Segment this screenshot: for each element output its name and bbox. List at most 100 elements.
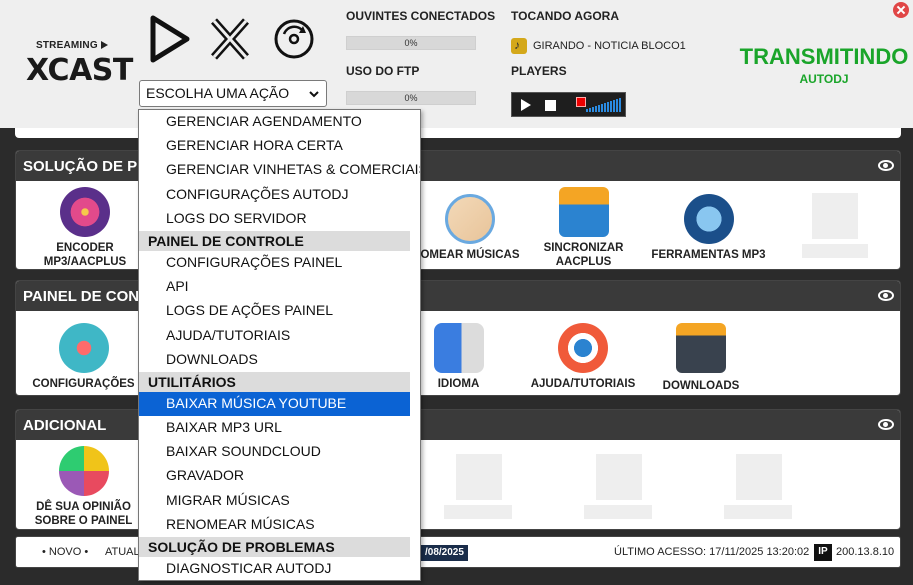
now-playing-label: TOCANDO AGORA xyxy=(511,9,619,23)
dropdown-option[interactable]: LOGS DO SERVIDOR xyxy=(139,207,420,231)
ip-address: 200.13.8.10 xyxy=(836,546,895,558)
tile-label: IDIOMA xyxy=(437,378,480,390)
music-note-icon xyxy=(511,38,527,54)
logo-main-text: XCAST xyxy=(26,53,133,88)
dropdown-option[interactable]: BAIXAR SOUNDCLOUD xyxy=(139,440,420,464)
tile-sync-aacplus[interactable]: SINCRONIZAR AACPLUS xyxy=(531,187,636,269)
tile-rename-music[interactable]: OMEAR MÚSICAS xyxy=(416,194,524,262)
vinyl-icon xyxy=(60,187,110,237)
dropdown-option[interactable]: AJUDA/TUTORIAIS xyxy=(139,324,420,348)
placeholder-label xyxy=(724,505,792,519)
tile-mp3-tools[interactable]: FERRAMENTAS MP3 xyxy=(646,194,771,262)
tile-language[interactable]: IDIOMA xyxy=(416,323,501,391)
stream-status: TRANSMITINDO AUTODJ xyxy=(736,44,912,86)
lifebuoy-icon xyxy=(558,323,608,373)
placeholder-icon xyxy=(812,193,858,239)
listeners-progress: 0% xyxy=(346,36,476,50)
now-playing: GIRANDO - NOTICIA BLOCO1 xyxy=(511,38,686,54)
mini-player xyxy=(511,92,626,117)
status-main: TRANSMITINDO xyxy=(739,44,909,69)
play-button[interactable] xyxy=(147,14,191,64)
tile-feedback[interactable]: DÊ SUA OPINIÃO SOBRE O PAINEL xyxy=(26,446,141,528)
player-play-icon[interactable] xyxy=(514,96,536,114)
volume-slider[interactable] xyxy=(584,98,622,112)
date-badge: /08/2025 xyxy=(421,545,468,561)
tile-encoder[interactable]: ENCODER MP3/AACPLUS xyxy=(26,187,144,269)
reload-disc-icon xyxy=(274,19,314,59)
action-dropdown-list: GERENCIAR AGENDAMENTO GERENCIAR HORA CERT… xyxy=(138,109,421,581)
logo-play-icon xyxy=(100,41,108,50)
stop-button[interactable] xyxy=(208,14,252,64)
restart-button[interactable] xyxy=(272,14,316,64)
eye-icon[interactable] xyxy=(878,290,894,301)
tile-label: AJUDA/TUTORIAIS xyxy=(530,378,636,390)
dropdown-group-header: UTILITÁRIOS xyxy=(139,371,410,392)
tile-label: CONFIGURAÇÕES xyxy=(32,378,135,390)
ftp-progress: 0% xyxy=(346,91,476,105)
dropdown-option[interactable]: BAIXAR MÚSICA YOUTUBE xyxy=(139,391,410,417)
dropdown-option[interactable]: DIAGNOSTICAR AUTODJ xyxy=(139,557,420,580)
tile-label: ENCODER MP3/AACPLUS xyxy=(43,242,127,268)
xcast-logo: STREAMING XCAST xyxy=(26,40,133,88)
panel-title: PAINEL DE CONT xyxy=(23,288,149,305)
dropdown-option[interactable]: API xyxy=(139,275,420,299)
dropdown-option[interactable]: GRAVADOR xyxy=(139,464,420,488)
action-select[interactable]: ESCOLHA UMA AÇÃO xyxy=(139,80,327,107)
status-sub: AUTODJ xyxy=(799,72,849,86)
eye-icon[interactable] xyxy=(878,160,894,171)
tile-label: FERRAMENTAS MP3 xyxy=(651,249,766,261)
dropdown-group-header: PAINEL DE CONTROLE xyxy=(139,230,410,251)
footer-new[interactable]: • NOVO • xyxy=(42,546,88,558)
tile-label: OMEAR MÚSICAS xyxy=(420,249,520,261)
chevron-down-icon xyxy=(309,91,319,98)
ftp-label: USO DO FTP xyxy=(346,64,420,78)
tile-downloads[interactable]: DOWNLOADS xyxy=(656,323,746,393)
top-header: STREAMING XCAST ESCOLHA UMA AÇÃO OUVINTE… xyxy=(0,0,913,128)
dropdown-option[interactable]: MIGRAR MÚSICAS xyxy=(139,489,420,513)
player-stop-icon[interactable] xyxy=(540,96,562,114)
feedback-faces-icon xyxy=(58,446,109,496)
placeholder-label xyxy=(802,244,868,258)
placeholder-icon xyxy=(736,454,782,500)
tile-label: DOWNLOADS xyxy=(662,380,740,392)
mp3-player-icon xyxy=(683,194,734,244)
action-select-value: ESCOLHA UMA AÇÃO xyxy=(146,85,290,101)
gears-icon xyxy=(58,323,109,373)
dropdown-group-header: SOLUÇÃO DE PROBLEMAS xyxy=(139,537,410,557)
placeholder-label xyxy=(584,505,652,519)
tile-help[interactable]: AJUDA/TUTORIAIS xyxy=(529,323,637,391)
listeners-label: OUVINTES CONECTADOS xyxy=(346,9,496,23)
tile-settings[interactable]: CONFIGURAÇÕES xyxy=(26,323,141,391)
dropdown-option[interactable]: GERENCIAR HORA CERTA xyxy=(139,134,420,158)
close-icon[interactable] xyxy=(893,2,909,18)
download-window-icon xyxy=(676,323,726,373)
translate-icon xyxy=(433,323,484,373)
ip-badge: IP xyxy=(814,544,832,561)
notepad-icon xyxy=(445,194,495,244)
last-access: ÚLTIMO ACESSO: 17/11/2025 13:20:02 xyxy=(614,546,810,558)
placeholder-icon xyxy=(456,454,502,500)
dropdown-option[interactable]: CONFIGURAÇÕES PAINEL xyxy=(139,251,420,275)
dropdown-option[interactable]: GERENCIAR AGENDAMENTO xyxy=(139,110,420,134)
placeholder-icon xyxy=(596,454,642,500)
dropdown-option[interactable]: RENOMEAR MÚSICAS xyxy=(139,513,420,537)
cross-icon xyxy=(211,18,249,60)
dropdown-option[interactable]: CONFIGURAÇÕES AUTODJ xyxy=(139,183,420,207)
listeners-progress-text: 0% xyxy=(404,38,418,48)
logo-top-text: STREAMING xyxy=(36,40,98,51)
play-icon xyxy=(150,15,190,63)
tile-label: SINCRONIZAR AACPLUS xyxy=(543,242,624,268)
dropdown-option[interactable]: LOGS DE AÇÕES PAINEL xyxy=(139,299,420,323)
dropdown-option[interactable]: BAIXAR MP3 URL xyxy=(139,416,420,440)
eye-icon[interactable] xyxy=(878,419,894,430)
placeholder-label xyxy=(444,505,512,519)
now-playing-track: GIRANDO - NOTICIA BLOCO1 xyxy=(533,39,686,52)
dropdown-option[interactable]: GERENCIAR VINHETAS & COMERCIAIS xyxy=(139,158,420,182)
ftp-progress-text: 0% xyxy=(404,93,418,103)
dropdown-option[interactable]: DOWNLOADS xyxy=(139,348,420,372)
players-label: PLAYERS xyxy=(511,64,567,78)
footer-update[interactable]: ATUAL xyxy=(105,546,140,558)
sync-monitor-icon xyxy=(558,187,609,237)
panel-title: ADICIONAL xyxy=(23,417,107,434)
tile-label: DÊ SUA OPINIÃO SOBRE O PAINEL xyxy=(34,501,133,527)
